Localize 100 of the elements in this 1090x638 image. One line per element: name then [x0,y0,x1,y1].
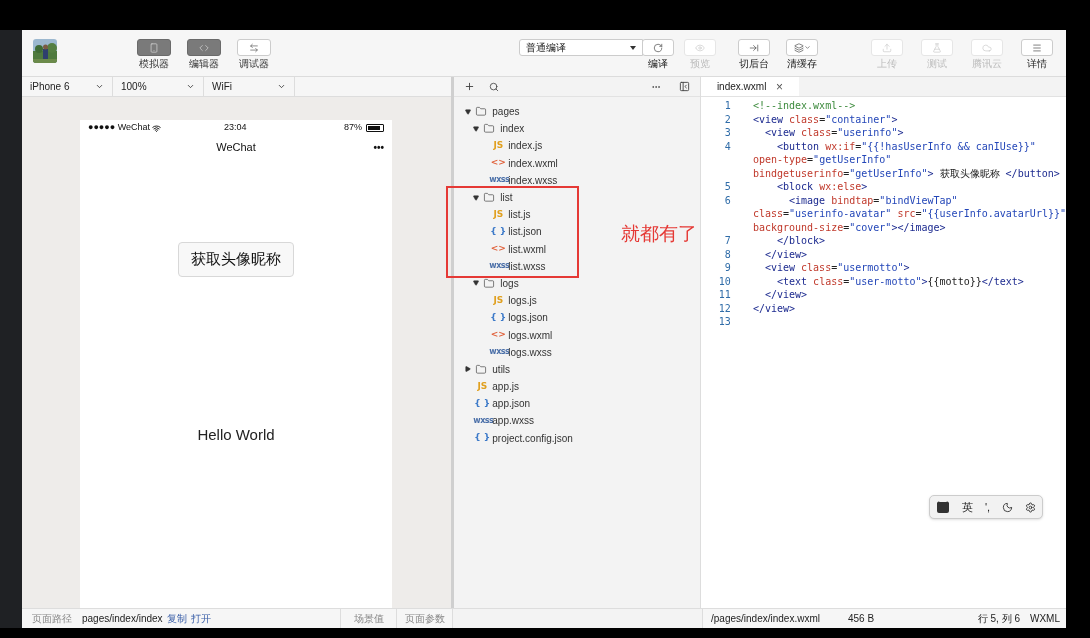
status-link[interactable]: 复制 [166,611,187,626]
language-label: WXML [1030,612,1060,626]
nav-title: WeChat [216,139,256,155]
code-line: <view class="userinfo"> [763,126,904,140]
view-toggle-button[interactable] [137,39,171,56]
get-user-info-button[interactable]: 获取头像昵称 [178,242,294,277]
arrow-to-line-icon [749,42,759,53]
collapse-panel-icon[interactable] [678,81,690,92]
file-row[interactable]: wxssapp.wxss [473,412,534,430]
compile-mode-select[interactable]: 普通编译 [519,39,643,56]
file-row[interactable]: wxsslogs.wxss [489,343,552,361]
chevron-down-icon [186,82,195,91]
search-icon[interactable] [489,81,500,92]
file-row[interactable]: <> index.wxml [489,154,558,172]
device-select[interactable]: WiFi [204,77,295,96]
page-path: pages/index/index [82,612,163,626]
code-line: <view class="usermotto"> [763,261,910,275]
caret-icon [803,44,811,51]
line-number: 8 [724,247,731,261]
moon-icon[interactable] [1002,501,1014,513]
code-line: </view> [763,288,808,302]
hello-text: Hello World [197,425,275,445]
status-link[interactable]: 打开 [190,611,211,626]
code-line: </block> [775,234,826,248]
file-row[interactable]: <> list.wxml [489,240,547,258]
device-select[interactable]: iPhone 6 [22,77,113,96]
file-row[interactable]: wxsslist.wxss [489,257,546,275]
clock-text: 23:04 [224,121,247,135]
file-type-label: JS [476,379,489,393]
file-row[interactable]: JS logs.js [489,292,537,310]
cursor-position: 行 5, 列 6 [977,612,1020,626]
settings-icon[interactable] [1025,501,1037,513]
file-row[interactable]: { } app.json [473,395,531,413]
file-type-label: <> [489,242,507,256]
input-method-key[interactable]: ', [984,498,991,516]
chevron-down-icon [95,82,104,91]
bear-icon[interactable] [935,501,950,513]
battery-icon [366,124,384,132]
more-menu[interactable]: ••• [373,139,384,155]
file-type-label: { } [489,225,508,239]
device-select[interactable]: 100% [113,77,204,96]
file-type-label: { } [473,397,492,411]
file-type-label: <> [489,156,507,170]
file-row[interactable]: { } project.config.json [473,429,573,447]
editor-tab[interactable]: index.wxml × [700,77,799,96]
upload-icon [882,42,892,53]
file-row[interactable]: JS list.js [489,206,531,224]
toolbar-label: 清缓存 [787,59,817,69]
battery-percent: 87% [344,121,362,135]
folder-row[interactable]: index [473,120,525,138]
code-icon [199,42,209,53]
input-method-key[interactable]: 英 [961,498,973,516]
close-icon[interactable]: × [775,77,783,96]
file-type-label: JS [492,139,505,153]
file-type-label: wxss [489,346,508,357]
file-size: 456 B [847,612,875,626]
eye-icon [695,42,705,53]
line-number: 9 [724,261,731,275]
line-number: 10 [718,274,731,288]
wifi-icon [152,123,162,133]
folder-row[interactable]: utils [465,360,511,378]
toolbar-button[interactable] [738,39,770,56]
line-number: 5 [724,180,731,194]
folder-icon [475,363,488,375]
folder-icon [475,106,488,118]
code-line: <!--index.wxml--> [752,99,856,113]
view-toggle-button[interactable] [187,39,221,56]
toolbar-label: 切后台 [739,59,769,69]
file-path: /pages/index/index.wxml [711,612,820,626]
carrier-text: ●●●●● WeChat [88,121,151,135]
scene-value-label: 场景值 [340,609,396,628]
toolbar-label: 编辑器 [189,59,219,69]
folder-row[interactable]: list [473,188,513,207]
code-line: <block wx:else> [775,180,868,194]
folder-row[interactable]: logs [473,274,519,293]
folder-icon [483,277,496,289]
toolbar-button[interactable] [1021,39,1053,56]
annotation-text: 就都有了 [621,222,697,246]
file-type-label: { } [473,431,492,445]
code-line: open-type="getUserInfo" [752,153,892,167]
toolbar-button[interactable] [642,39,674,56]
line-number: 4 [724,139,731,153]
file-row[interactable]: { } list.json [489,223,542,241]
file-type-label: JS [492,207,505,221]
line-number: 2 [724,112,731,126]
file-type-label: <> [489,328,507,342]
toolbar-button[interactable] [786,39,818,56]
toolbar-label: 编译 [648,59,668,69]
file-row[interactable]: <> logs.wxml [489,326,553,344]
line-number: 6 [724,193,731,207]
folder-row[interactable]: pages [465,103,520,121]
file-row[interactable]: { } logs.json [489,309,548,327]
toolbar-label: 模拟器 [139,59,169,69]
add-icon[interactable] [464,81,476,92]
code-line: </view> [752,301,796,315]
file-type-label: { } [489,311,508,325]
file-row[interactable]: JS app.js [473,378,519,396]
code-line: </view> [763,247,808,261]
file-row[interactable]: wxssindex.wxss [489,171,558,189]
file-row[interactable]: JS index.js [489,137,543,155]
